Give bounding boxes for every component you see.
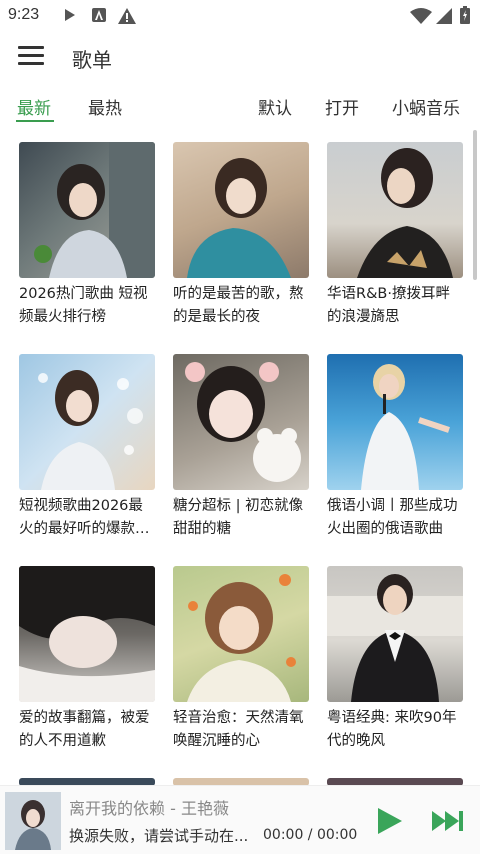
playlist-card[interactable]: 轻音治愈：天然清氧唤醒沉睡的心 — [173, 566, 309, 753]
xiaowo-music-button[interactable]: 小蜗音乐 — [392, 94, 460, 119]
tab-latest[interactable]: 最新 — [17, 94, 51, 119]
playlist-cover — [327, 354, 463, 490]
now-playing-status: 换源失败，请尝试手动在... — [69, 827, 249, 845]
tab-hottest[interactable]: 最热 — [88, 94, 122, 119]
status-bar: 9:23 — [0, 0, 480, 32]
playlist-title: 华语R&B·撩拨耳畔的浪漫旖思 — [327, 286, 450, 325]
app-bar: 歌单 — [0, 32, 480, 84]
playlist-title: 轻音治愈：天然清氧唤醒沉睡的心 — [173, 710, 304, 749]
playlist-cover — [19, 566, 155, 702]
playlist-card[interactable]: 听的是最苦的歌，熬的是最长的夜 — [173, 142, 309, 329]
playlist-title: 爱的故事翻篇，被爱的人不用道歉 — [19, 710, 150, 749]
playlist-title: 俄语小调丨那些成功火出圈的俄语歌曲 — [327, 498, 458, 537]
playlist-cover — [327, 566, 463, 702]
menu-icon[interactable] — [18, 46, 44, 70]
page-title: 歌单 — [72, 48, 112, 72]
playlist-card[interactable]: 爱的故事翻篇，被爱的人不用道歉 — [19, 566, 155, 753]
status-time: 9:23 — [8, 6, 40, 23]
playback-time: 00:00 / 00:00 — [263, 827, 358, 843]
scrollbar[interactable] — [473, 130, 477, 280]
playlist-card[interactable]: 短视频歌曲2026最火的最好听的爆款歌曲 — [19, 354, 155, 541]
playlist-title: 糖分超标 | 初恋就像甜甜的糖 — [173, 498, 304, 537]
playlist-cover — [173, 354, 309, 490]
tab-bar: 最新 最热 默认 打开 小蜗音乐 — [0, 88, 480, 128]
signal-icon — [436, 8, 452, 24]
app-notification-icon — [92, 8, 106, 22]
playlist-card[interactable]: 华语R&B·撩拨耳畔的浪漫旖思 — [327, 142, 463, 329]
playlist-title: 2026热门歌曲 短视频最火排行榜 — [19, 286, 148, 325]
tab-active-indicator — [16, 120, 54, 122]
playlist-card[interactable]: 糖分超标 | 初恋就像甜甜的糖 — [173, 354, 309, 541]
playlist-card[interactable]: 俄语小调丨那些成功火出圈的俄语歌曲 — [327, 354, 463, 541]
playlist-title: 短视频歌曲2026最火的最好听的爆款歌曲 — [19, 498, 150, 537]
playlist-cover — [19, 142, 155, 278]
warning-icon — [118, 8, 136, 24]
playlist-cover — [173, 566, 309, 702]
play-icon[interactable] — [376, 806, 404, 836]
playlist-cover — [19, 354, 155, 490]
mini-player[interactable]: 离开我的依赖 - 王艳薇 换源失败，请尝试手动在... 00:00 / 00:0… — [0, 785, 480, 854]
wifi-icon — [410, 8, 432, 24]
default-button[interactable]: 默认 — [258, 94, 292, 119]
playlist-cover — [173, 142, 309, 278]
open-button[interactable]: 打开 — [325, 94, 359, 119]
playlist-card[interactable]: 2026热门歌曲 短视频最火排行榜 — [19, 142, 155, 329]
playlist-title: 听的是最苦的歌，熬的是最长的夜 — [173, 286, 304, 325]
skip-next-icon[interactable] — [430, 809, 464, 833]
playlist-card[interactable]: 粤语经典: 来吹90年代的晚风 — [327, 566, 463, 753]
album-art — [5, 792, 61, 850]
battery-icon — [460, 6, 470, 24]
now-playing-title: 离开我的依赖 - 王艳薇 — [69, 799, 229, 818]
playlist-title: 粤语经典: 来吹90年代的晚风 — [327, 710, 457, 749]
play-notification-icon — [65, 9, 75, 21]
playlist-cover — [327, 142, 463, 278]
